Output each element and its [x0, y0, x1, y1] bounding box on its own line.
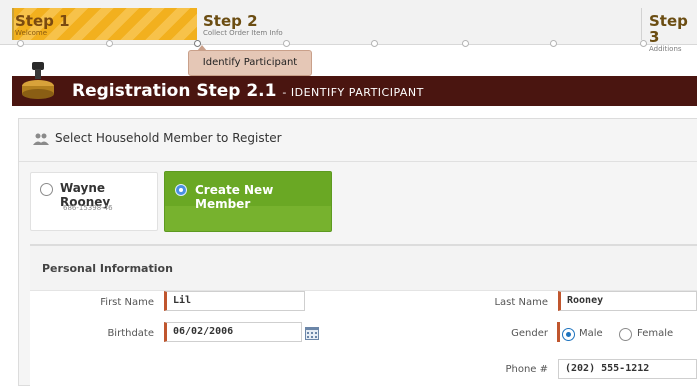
substep-dot[interactable]: [17, 40, 24, 47]
people-icon: [33, 133, 49, 145]
step-2-subtitle: Collect Order Item Info: [203, 29, 283, 37]
gender-male-label: Male: [579, 328, 603, 339]
member-id: 686-15398-46: [63, 204, 113, 212]
create-member-label: Create New Member: [195, 183, 274, 211]
gender-female-label: Female: [637, 328, 674, 339]
step-1[interactable]: Step 1 Welcome: [12, 8, 197, 40]
gender-male-radio[interactable]: [562, 328, 575, 341]
create-member-radio[interactable]: [175, 184, 187, 196]
page-header-banner: Registration Step 2.1 - IDENTIFY PARTICI…: [12, 76, 697, 106]
step-progress-bar: Step 1 Welcome Step 2 Collect Order Item…: [0, 0, 697, 53]
step-2-title: Step 2: [203, 12, 258, 30]
substep-dot[interactable]: [106, 40, 113, 47]
step-divider: [641, 8, 642, 40]
household-panel-header: Select Household Member to Register: [19, 119, 697, 162]
household-panel-title: Select Household Member to Register: [55, 131, 282, 145]
create-new-member-card[interactable]: Create New Member: [164, 171, 332, 232]
step-3-subtitle: Additions: [649, 45, 682, 53]
stamp-icon: [22, 62, 54, 99]
gender-female-radio[interactable]: [619, 328, 632, 341]
phone-field[interactable]: (202) 555-1212: [558, 359, 697, 379]
first-name-field[interactable]: Lil: [164, 291, 305, 311]
calendar-icon[interactable]: [305, 327, 319, 340]
substep-dot[interactable]: [283, 40, 290, 47]
page-title: Registration Step 2.1 - IDENTIFY PARTICI…: [72, 79, 424, 105]
step-1-subtitle: Welcome: [15, 29, 48, 37]
birthdate-label: Birthdate: [107, 328, 154, 339]
last-name-label: Last Name: [494, 297, 548, 308]
first-name-label: First Name: [100, 297, 154, 308]
last-name-field[interactable]: Rooney: [558, 291, 697, 311]
substep-tooltip: Identify Participant: [188, 45, 312, 76]
substep-dot[interactable]: [550, 40, 557, 47]
step-3-title: Step 3: [649, 12, 688, 46]
substep-dot[interactable]: [371, 40, 378, 47]
household-member-card[interactable]: Wayne Rooney 686-15398-46: [30, 172, 158, 231]
page-title-subtitle: - IDENTIFY PARTICIPANT: [282, 86, 424, 99]
gender-label: Gender: [511, 328, 548, 339]
gender-required-marker: [557, 322, 560, 342]
substep-dot[interactable]: [640, 40, 647, 47]
phone-label: Phone #: [505, 364, 548, 375]
member-radio[interactable]: [40, 183, 53, 196]
personal-info-title: Personal Information: [42, 262, 173, 275]
step-3[interactable]: Step 3 Additions: [649, 13, 697, 54]
personal-info-header: Personal Information: [30, 246, 697, 291]
page-title-main: Registration Step 2.1: [72, 81, 277, 101]
step-2[interactable]: Step 2 Collect Order Item Info: [203, 13, 283, 38]
substep-dot[interactable]: [462, 40, 469, 47]
step-1-title: Step 1: [15, 12, 70, 30]
step-divider: [12, 8, 14, 40]
birthdate-field[interactable]: 06/02/2006: [164, 322, 302, 342]
